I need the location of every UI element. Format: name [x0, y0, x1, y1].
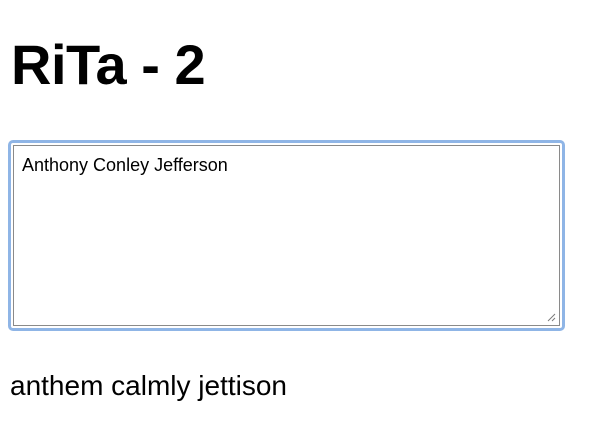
result-text: anthem calmly jettison	[10, 370, 288, 401]
page-title: RiTa - 2	[11, 33, 206, 96]
name-input-container	[8, 140, 565, 331]
name-input[interactable]	[13, 145, 560, 326]
